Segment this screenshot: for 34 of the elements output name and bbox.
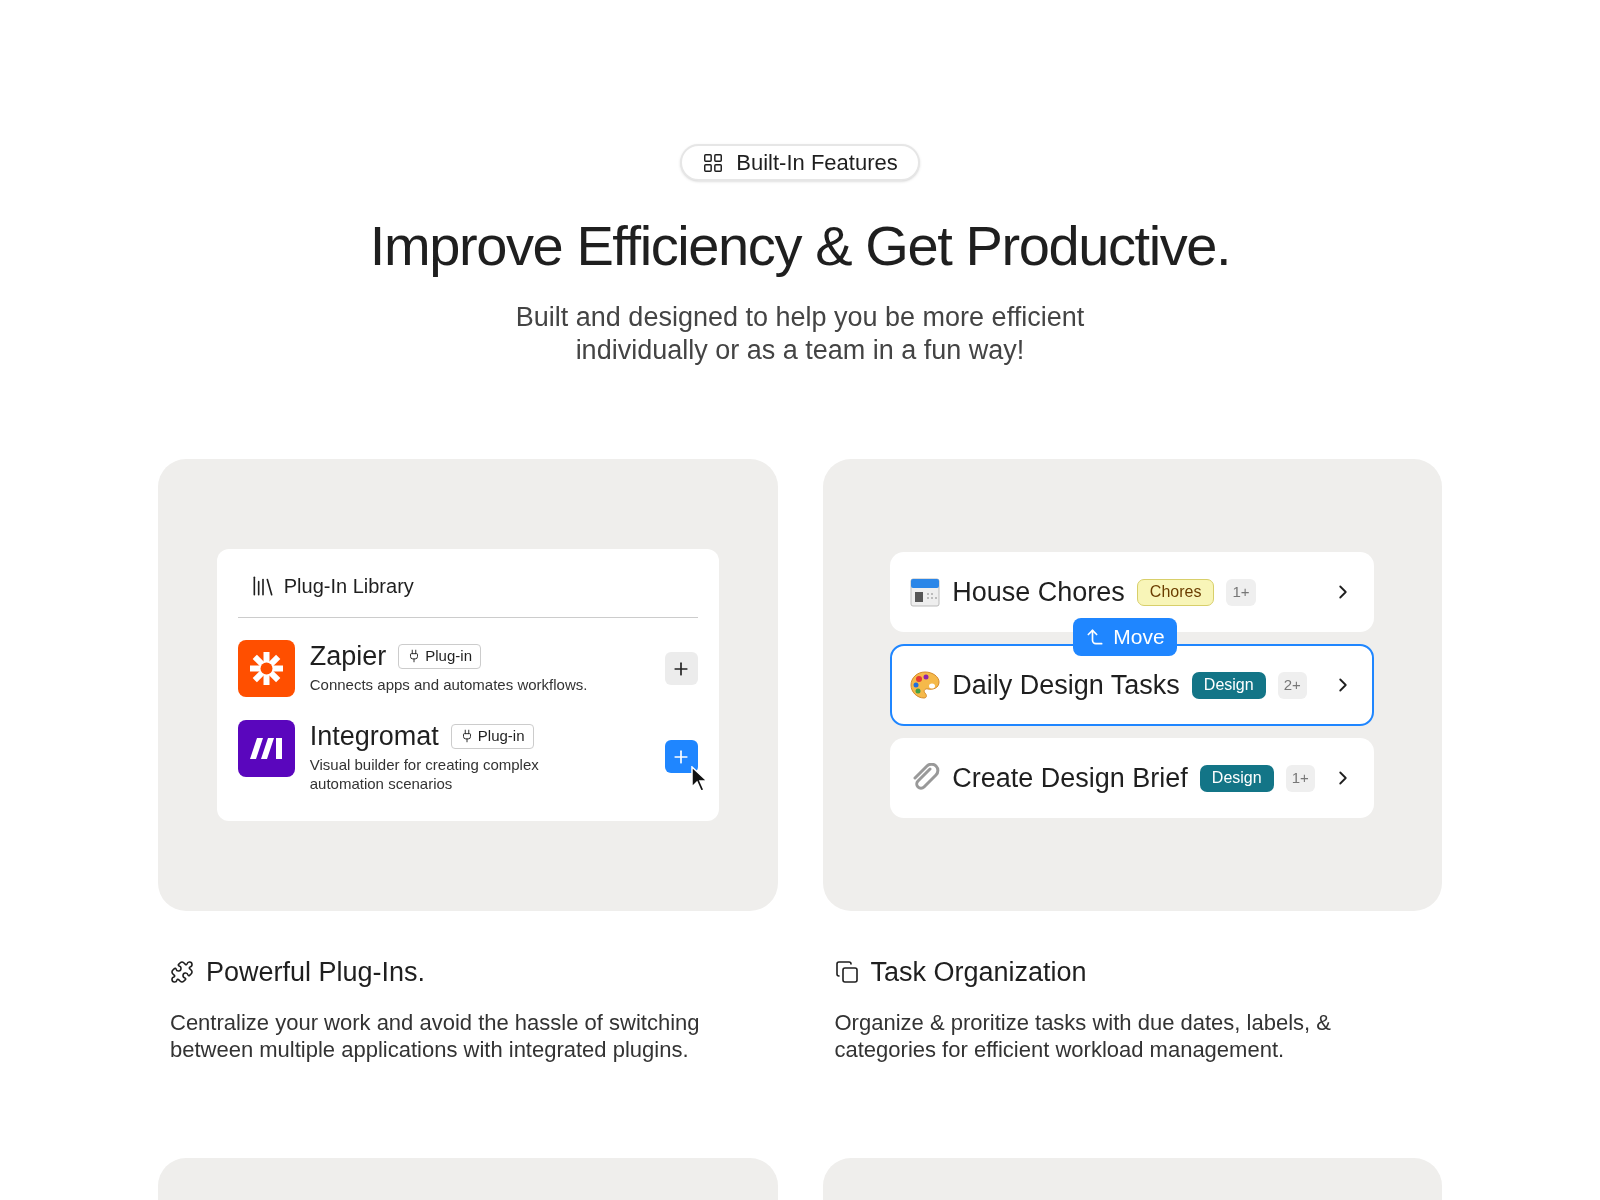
library-title: Plug-In Library [283, 574, 414, 599]
calendar-icon [910, 577, 941, 607]
task-title: House Chores [952, 575, 1125, 609]
task-count: 1+ [1285, 764, 1315, 792]
plugin-tag: Plug-in [398, 643, 481, 669]
feature-title: Powerful Plug-Ins. [206, 956, 426, 989]
copy-icon [834, 960, 859, 985]
grid-icon [702, 151, 725, 174]
plugin-name: Zapier [309, 640, 387, 672]
task-row[interactable]: Daily Design Tasks Design 2+ [890, 644, 1375, 726]
feature-description: Centralize your work and avoid the hassle of switching between multiple applications with integrated plugins. [170, 1008, 701, 1063]
feature-description: Organize & proritize tasks with due dates, labels, & categories for efficient workload management. [834, 1008, 1332, 1063]
puzzle-icon [170, 960, 194, 985]
palette-icon [910, 670, 941, 700]
plugin-tag: Plug-in [450, 723, 534, 749]
asterisk-logo-icon [237, 640, 295, 697]
task-title: Create Design Brief [952, 761, 1188, 795]
task-tag: Design [1199, 764, 1274, 792]
move-label: Move [1073, 618, 1177, 656]
slanted-bars-logo-icon [237, 720, 295, 777]
plugin-description: Visual builder for creating complex automation scenarios [309, 755, 540, 793]
task-count: 1+ [1226, 578, 1256, 606]
plugin-description: Connects apps and automates workflows. [309, 675, 589, 694]
task-tag: Chores [1136, 578, 1215, 606]
task-row[interactable]: Create Design Brief Design 1+ [890, 738, 1375, 818]
page-subheading: Built and designed to help you be more efficient individually or as a team in a fun way! [515, 301, 1085, 367]
task-tag: Design [1191, 671, 1266, 699]
add-button[interactable] [664, 652, 698, 685]
badge-label: Built-In Features [736, 149, 898, 177]
feature-title: Task Organization [870, 956, 1087, 989]
task-title: Daily Design Tasks [952, 668, 1180, 702]
page-heading: Improve Efficiency & Get Productive. [369, 213, 1231, 279]
task-count: 2+ [1277, 671, 1307, 699]
plugin-name: Integromat [309, 720, 439, 752]
